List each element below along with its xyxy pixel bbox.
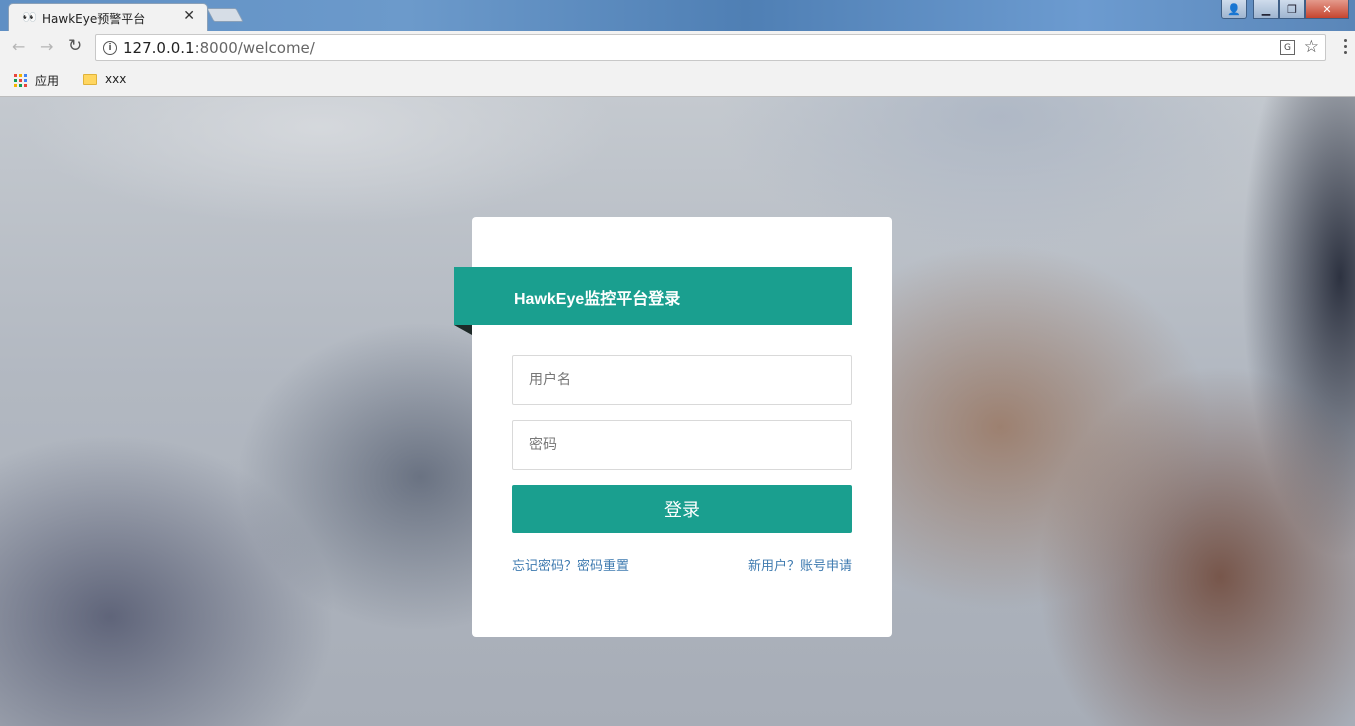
maximize-icon[interactable]: ❐: [1279, 0, 1305, 19]
bookmark-apps[interactable]: 应用: [14, 72, 59, 89]
browser-titlebar: 👀 HawkEye预警平台 ✕ 👤 ▁ ❐ ✕: [0, 0, 1355, 31]
url-path: :8000/welcome/: [194, 39, 315, 57]
bookmark-xxx[interactable]: xxx: [83, 72, 126, 86]
close-window-icon[interactable]: ✕: [1305, 0, 1349, 19]
info-icon[interactable]: i: [103, 41, 117, 55]
minimize-icon[interactable]: ▁: [1253, 0, 1279, 19]
ribbon-fold: [454, 325, 472, 335]
url-text[interactable]: 127.0.0.1:8000/welcome/: [123, 39, 315, 57]
menu-dots-icon[interactable]: [1344, 39, 1347, 54]
address-bar[interactable]: i 127.0.0.1:8000/welcome/ G ☆: [95, 34, 1326, 61]
tab-title: HawkEye预警平台: [42, 12, 146, 26]
login-title: HawkEye监控平台登录: [514, 291, 681, 308]
username-input[interactable]: [512, 355, 852, 405]
eyes-icon: 👀: [22, 10, 37, 24]
bookmark-label: 应用: [35, 74, 60, 88]
bookmarks-bar: 应用 xxx: [0, 64, 1355, 97]
bookmark-label: xxx: [105, 72, 127, 86]
window-controls: 👤 ▁ ❐ ✕: [1221, 0, 1349, 19]
translate-icon[interactable]: G: [1280, 40, 1295, 55]
login-header-ribbon: HawkEye监控平台登录: [454, 267, 852, 325]
forward-arrow-icon[interactable]: →: [40, 37, 53, 56]
login-button[interactable]: 登录: [512, 485, 852, 533]
folder-icon: [83, 73, 97, 85]
back-arrow-icon[interactable]: ←: [12, 37, 25, 56]
apps-grid-icon: [14, 74, 27, 87]
url-host: 127.0.0.1: [123, 39, 195, 57]
reload-icon[interactable]: ↻: [68, 36, 82, 56]
browser-toolbar: ← → ↻ i 127.0.0.1:8000/welcome/ G ☆: [0, 31, 1355, 64]
register-link[interactable]: 新用户？账号申请: [748, 555, 852, 574]
browser-tab[interactable]: 👀 HawkEye预警平台 ✕: [8, 3, 208, 31]
page-background: HawkEye监控平台登录 登录 忘记密码？密码重置 新用户？账号申请: [0, 97, 1355, 726]
new-tab-button[interactable]: [206, 8, 244, 22]
user-icon[interactable]: 👤: [1221, 0, 1247, 19]
bookmark-star-icon[interactable]: ☆: [1304, 37, 1319, 57]
password-input[interactable]: [512, 420, 852, 470]
login-card: HawkEye监控平台登录 登录 忘记密码？密码重置 新用户？账号申请: [454, 217, 892, 637]
close-tab-icon[interactable]: ✕: [183, 8, 195, 24]
forgot-password-link[interactable]: 忘记密码？密码重置: [512, 555, 629, 574]
